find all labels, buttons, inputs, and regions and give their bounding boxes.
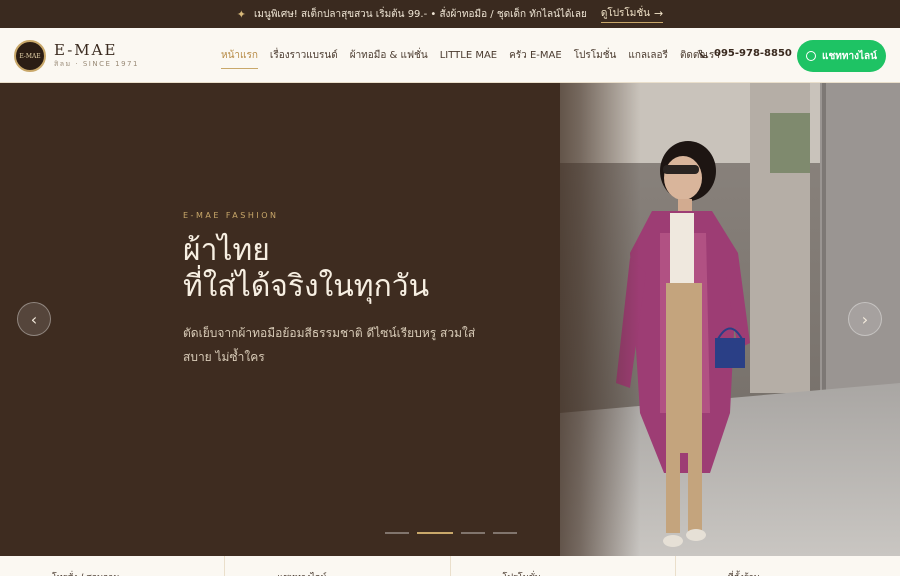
hero-eyebrow: E-MAE FASHION [183, 211, 279, 220]
chat-icon [806, 51, 817, 61]
info-strip: โทรสั่ง / สอบถาม แชททางไลน์ โปรโมชั่น ที… [0, 556, 900, 576]
info-line[interactable]: แชททางไลน์ [225, 556, 451, 576]
nav-item-gallery[interactable]: แกลเลอรี [628, 44, 668, 67]
site-header: E-MAE E-MAE สิลม · SINCE 1971 หน้าแรก เร… [0, 28, 900, 83]
nav-item-handwoven-fashion[interactable]: ผ้าทอมือ & แฟชั่น [350, 44, 428, 67]
hero-gradient-overlay [520, 83, 640, 556]
slide-indicators [385, 532, 517, 534]
main-nav: หน้าแรก เรื่องราวแบรนด์ ผ้าทอมือ & แฟชั่… [221, 28, 720, 83]
promo-text: เมนูพิเศษ! สเต็กปลาสุขสวน เริ่มต้น 99.- … [253, 8, 587, 20]
info-location[interactable]: ที่ตั้งร้าน [676, 556, 900, 576]
slide-dot-4[interactable] [493, 532, 517, 534]
brand-tagline: สิลม · SINCE 1971 [54, 60, 139, 68]
nav-item-home[interactable]: หน้าแรก [221, 44, 258, 69]
line-chat-button[interactable]: แชททางไลน์ [797, 40, 886, 72]
chevron-right-icon: › [861, 309, 869, 329]
next-slide-button[interactable]: › [848, 302, 882, 336]
promo-link[interactable]: ดูโปรโมชั่น → [600, 6, 664, 23]
slide-dot-3[interactable] [461, 532, 485, 534]
promo-bar: ✦ เมนูพิเศษ! สเต็กปลาสุขสวน เริ่มต้น 99.… [0, 0, 900, 28]
previous-slide-button[interactable]: ‹ [17, 302, 51, 336]
phone-number: 095-978-8850 [714, 48, 792, 59]
nav-item-little-mae[interactable]: LITTLE MAE [440, 46, 497, 65]
sparkle-icon: ✦ [236, 7, 246, 21]
slide-dot-1[interactable] [385, 532, 409, 534]
hero-title-line-2: ที่ใส่ได้จริงในทุกวัน [183, 269, 430, 304]
brand-logo[interactable]: E-MAE E-MAE สิลม · SINCE 1971 [14, 40, 139, 72]
hero-slider: E-MAE FASHION ผ้าไทย ที่ใส่ได้จริงในทุกว… [0, 83, 900, 556]
nav-item-promotions[interactable]: โปรโมชั่น [574, 44, 617, 67]
hero-title-line-1: ผ้าไทย [183, 233, 270, 268]
promo-link-label: ดูโปรโมชั่น [600, 7, 651, 19]
chevron-left-icon: ‹ [30, 309, 38, 329]
brand-name: E-MAE [54, 41, 118, 59]
logo-badge: E-MAE [14, 40, 46, 72]
logo-text: E-MAE สิลม · SINCE 1971 [54, 42, 139, 70]
phone-icon [698, 49, 708, 58]
slide-dot-2[interactable] [417, 532, 453, 534]
info-call[interactable]: โทรสั่ง / สอบถาม [0, 556, 226, 576]
line-chat-label: แชททางไลน์ [822, 50, 877, 62]
phone-link[interactable]: 095-978-8850 [698, 48, 792, 59]
hero-subtitle: ตัดเย็บจากผ้าทอมือย้อมสีธรรมชาติ ดีไซน์เ… [183, 326, 476, 364]
info-promotions[interactable]: โปรโมชั่น [451, 556, 676, 576]
nav-item-brand-story[interactable]: เรื่องราวแบรนด์ [270, 44, 338, 67]
arrow-right-icon: → [654, 6, 664, 20]
nav-item-kitchen[interactable]: ครัว E-MAE [509, 44, 562, 67]
